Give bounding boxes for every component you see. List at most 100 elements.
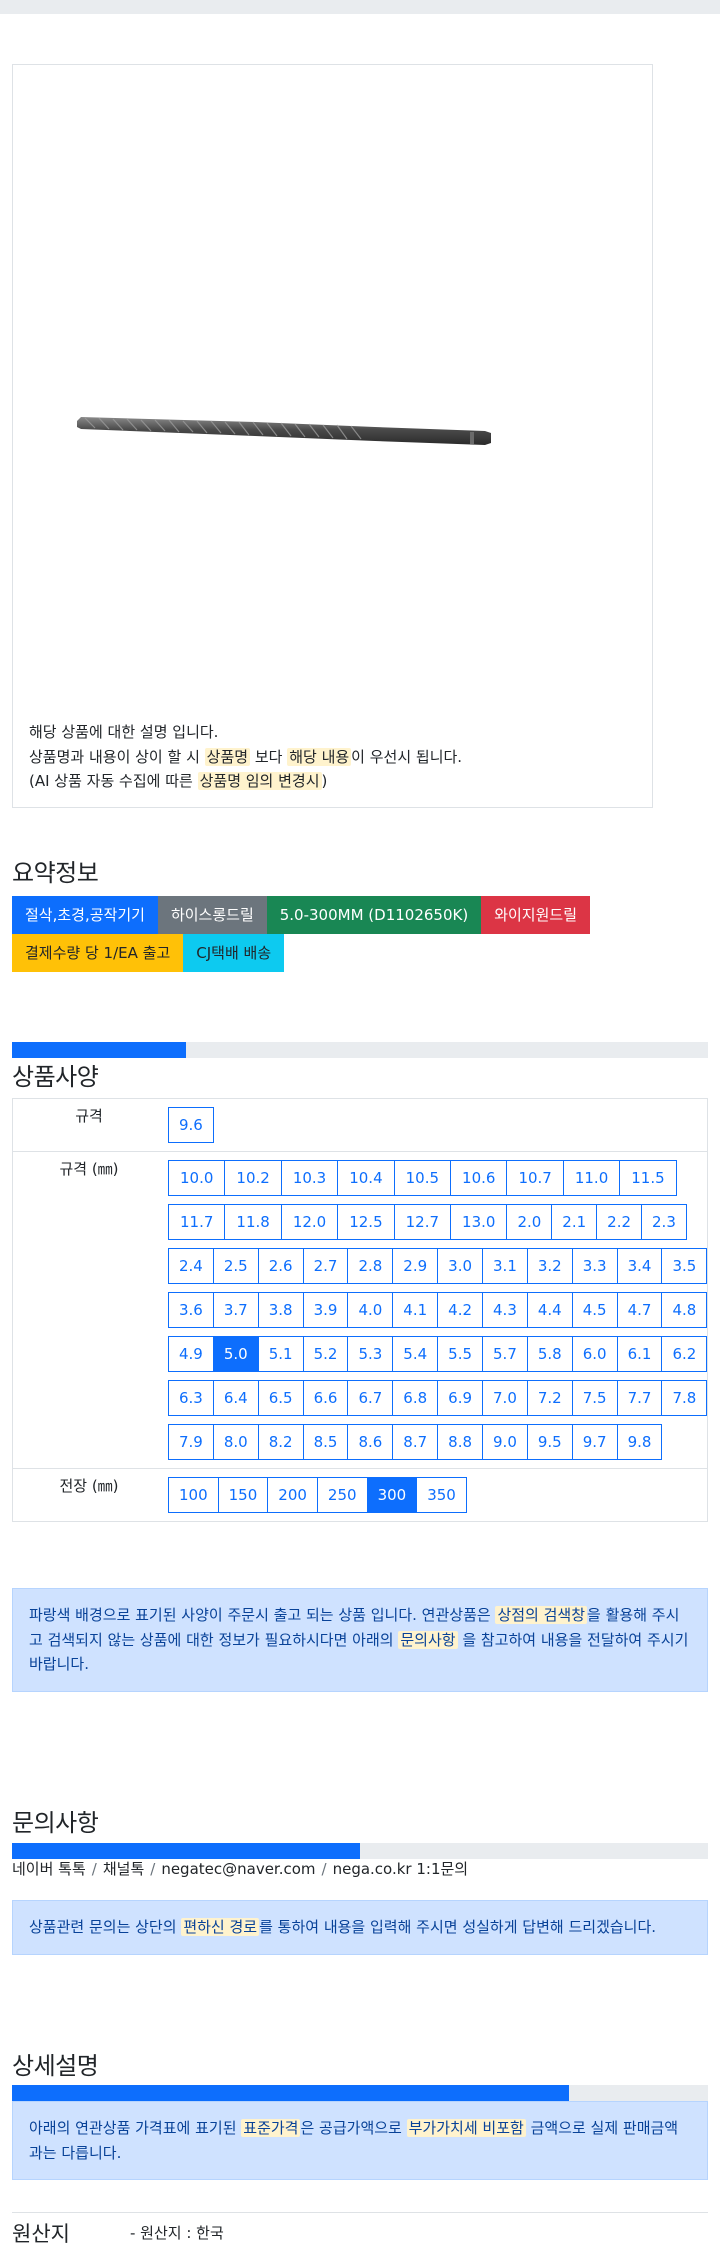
spec-option-button[interactable]: 8.7 [392, 1424, 439, 1460]
spec-option-button[interactable]: 3.2 [526, 1248, 573, 1284]
spec-option-button[interactable]: 6.7 [347, 1380, 394, 1416]
summary-badge: 와이지원드릴 [481, 896, 591, 934]
spec-option-button[interactable]: 10.0 [168, 1160, 226, 1196]
spec-option-button[interactable]: 5.3 [347, 1336, 394, 1372]
spec-option-button[interactable]: 4.4 [526, 1292, 573, 1328]
spec-option-button[interactable]: 5.4 [392, 1336, 439, 1372]
spec-option-button[interactable]: 6.2 [661, 1336, 708, 1372]
spec-option-button[interactable]: 100 [168, 1477, 219, 1513]
spec-option-button[interactable]: 6.4 [212, 1380, 259, 1416]
spec-option-button[interactable]: 6.8 [392, 1380, 439, 1416]
spec-option-button[interactable]: 7.5 [571, 1380, 618, 1416]
spec-option-button[interactable]: 10.4 [337, 1160, 395, 1196]
spec-option-button[interactable]: 13.0 [450, 1204, 508, 1240]
spec-option-button[interactable]: 8.2 [257, 1424, 304, 1460]
spec-option-button[interactable]: 2.3 [641, 1204, 687, 1240]
detail-title: 상세설명 [12, 2052, 99, 2080]
spec-option-button[interactable]: 10.7 [506, 1160, 564, 1196]
spec-option-button[interactable]: 12.5 [337, 1204, 395, 1240]
spec-option-button[interactable]: 8.5 [302, 1424, 349, 1460]
spec-option-button[interactable]: 10.5 [393, 1160, 452, 1196]
spec-option-button[interactable]: 7.2 [526, 1380, 573, 1416]
progress-fill [12, 1042, 186, 1058]
spec-notice: 파랑색 배경으로 표기된 사양이 주문시 출고 되는 상품 입니다. 연관상품은… [12, 1588, 708, 1692]
spec-option-button[interactable]: 8.8 [437, 1424, 484, 1460]
spec-option-button[interactable]: 6.5 [257, 1380, 304, 1416]
spec-option-button[interactable]: 4.5 [571, 1292, 618, 1328]
spec-option-button[interactable]: 8.0 [212, 1424, 259, 1460]
spec-option-button[interactable]: 7.0 [482, 1380, 528, 1416]
highlight: 상품명 임의 변경시 [197, 772, 322, 790]
spec-option-button[interactable]: 2.0 [506, 1204, 553, 1240]
spec-option-button[interactable]: 3.1 [482, 1248, 528, 1284]
spec-option-button[interactable]: 2.8 [347, 1248, 394, 1284]
spec-option-button[interactable]: 5.5 [437, 1336, 484, 1372]
spec-option-button[interactable]: 10.3 [280, 1160, 339, 1196]
spec-option-button[interactable]: 10.6 [450, 1160, 508, 1196]
spec-option-button[interactable]: 6.1 [616, 1336, 663, 1372]
spec-option-button[interactable]: 11.0 [562, 1160, 621, 1196]
spec-option-button[interactable]: 2.9 [392, 1248, 439, 1284]
spec-option-button[interactable]: 6.6 [302, 1380, 349, 1416]
spec-option-button[interactable]: 6.0 [571, 1336, 618, 1372]
contact-link[interactable]: 네이버 톡톡 [12, 1860, 86, 1878]
summary-badge: 5.0-300MM (D1102650K) [266, 896, 482, 934]
spec-option-button[interactable]: 350 [416, 1477, 467, 1513]
spec-option-button[interactable]: 9.6 [168, 1107, 214, 1143]
spec-option-button[interactable]: 2.4 [168, 1248, 214, 1284]
spec-option-button[interactable]: 4.9 [168, 1336, 214, 1372]
spec-option-button[interactable]: 2.6 [257, 1248, 304, 1284]
spec-option-button[interactable]: 4.2 [437, 1292, 484, 1328]
spec-option-button[interactable]: 9.7 [571, 1424, 618, 1460]
summary-badge: 절삭,초경,공작기기 [12, 896, 158, 934]
spec-option-button[interactable]: 6.9 [437, 1380, 484, 1416]
spec-option-button[interactable]: 3.0 [437, 1248, 484, 1284]
spec-option-button[interactable]: 7.9 [168, 1424, 214, 1460]
spec-option-button[interactable]: 5.0 [212, 1336, 259, 1372]
spec-option-button[interactable]: 9.8 [616, 1424, 663, 1460]
contact-link[interactable]: 채널톡 [103, 1860, 144, 1878]
spec-option-button[interactable]: 3.8 [257, 1292, 304, 1328]
spec-option-button[interactable]: 4.3 [482, 1292, 528, 1328]
spec-option-button[interactable]: 200 [267, 1477, 318, 1513]
spec-option-button[interactable]: 4.1 [392, 1292, 439, 1328]
spec-option-button[interactable]: 7.8 [661, 1380, 708, 1416]
spec-option-button[interactable]: 250 [316, 1477, 368, 1513]
spec-option-button[interactable]: 12.7 [393, 1204, 452, 1240]
spec-option-button[interactable]: 11.7 [168, 1204, 226, 1240]
spec-option-button[interactable]: 4.0 [347, 1292, 394, 1328]
origin-value: - 원산지 : 한국 [130, 2224, 224, 2242]
spec-option-button[interactable]: 2.5 [212, 1248, 259, 1284]
spec-option-button[interactable]: 3.9 [302, 1292, 349, 1328]
spec-option-button[interactable]: 9.0 [482, 1424, 528, 1460]
spec-option-button[interactable]: 8.6 [347, 1424, 394, 1460]
spec-option-button[interactable]: 5.7 [482, 1336, 528, 1372]
spec-option-button[interactable]: 150 [217, 1477, 269, 1513]
spec-option-button[interactable]: 6.3 [168, 1380, 214, 1416]
spec-option-button[interactable]: 300 [366, 1477, 418, 1513]
spec-option-button[interactable]: 3.5 [661, 1248, 708, 1284]
spec-options: 9.6 [165, 1099, 707, 1151]
spec-option-button[interactable]: 2.7 [302, 1248, 349, 1284]
spec-option-button[interactable]: 3.4 [616, 1248, 663, 1284]
spec-option-button[interactable]: 3.7 [212, 1292, 259, 1328]
contact-link[interactable]: nega.co.kr 1:1문의 [333, 1860, 469, 1878]
highlight: 상품명 [204, 747, 251, 766]
spec-option-button[interactable]: 2.1 [551, 1204, 598, 1240]
spec-option-button[interactable]: 4.8 [661, 1292, 708, 1328]
spec-option-button[interactable]: 10.2 [224, 1160, 282, 1196]
spec-option-button[interactable]: 11.8 [224, 1204, 282, 1240]
spec-option-button[interactable]: 2.2 [596, 1204, 643, 1240]
spec-option-button[interactable]: 4.7 [616, 1292, 663, 1328]
spec-option-button[interactable]: 7.7 [616, 1380, 663, 1416]
spec-option-button[interactable]: 11.5 [619, 1160, 677, 1196]
contact-link[interactable]: negatec@naver.com [161, 1860, 315, 1878]
spec-option-button[interactable]: 5.1 [257, 1336, 304, 1372]
spec-option-button[interactable]: 3.3 [571, 1248, 618, 1284]
spec-option-button[interactable]: 12.0 [280, 1204, 339, 1240]
spec-option-button[interactable]: 5.8 [526, 1336, 573, 1372]
spec-option-button[interactable]: 3.6 [168, 1292, 214, 1328]
spec-option-button[interactable]: 9.5 [526, 1424, 573, 1460]
desc-text: 이 우선시 됩니다. [351, 747, 463, 766]
spec-option-button[interactable]: 5.2 [302, 1336, 349, 1372]
